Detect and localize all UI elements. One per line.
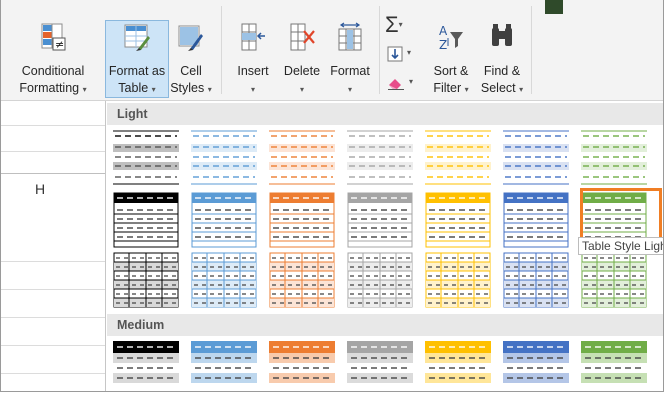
- table-style-light-row2-1[interactable]: [113, 192, 179, 248]
- conditional-formatting-label-1: Conditional: [21, 64, 85, 78]
- worksheet-area[interactable]: [1, 101, 105, 391]
- sort-filter-icon: A Z: [439, 24, 463, 52]
- row-gridline: [1, 289, 105, 290]
- table-style-medium-3[interactable]: [269, 341, 335, 391]
- cell-styles-label-2: Styles ▾: [170, 81, 212, 95]
- table-style-light-row2-6[interactable]: [503, 192, 569, 248]
- format-as-table-icon: [124, 24, 150, 51]
- svg-text:A: A: [439, 24, 448, 38]
- delete-cells-icon: [290, 23, 315, 51]
- insert-label: Insert: [237, 64, 269, 78]
- excel-window: ≠ Conditional Formatting ▾ Format as Tab…: [0, 0, 664, 392]
- format-arrow: ▾: [347, 85, 352, 94]
- table-style-medium-4[interactable]: [347, 341, 413, 391]
- row-gridline: [1, 173, 105, 174]
- delete-arrow: ▾: [299, 85, 304, 94]
- conditional-formatting-button[interactable]: ≠ Conditional Formatting ▾: [1, 0, 105, 100]
- binoculars-icon: [492, 24, 512, 46]
- table-style-medium-6[interactable]: [503, 341, 569, 391]
- autosum-icon: Σ: [385, 12, 399, 37]
- row-gridline: [1, 345, 105, 346]
- row-gridline: [1, 317, 105, 318]
- gallery-section-medium: Medium: [107, 314, 663, 336]
- find-select-label-2: Select ▾: [480, 81, 524, 95]
- table-style-light-row1-5[interactable]: [425, 130, 491, 186]
- format-as-table-label-1: Format as: [108, 64, 166, 78]
- fill-down-icon: [387, 46, 403, 62]
- table-style-light-row3-5[interactable]: [425, 252, 491, 308]
- table-style-light-row1-4[interactable]: [347, 130, 413, 186]
- table-style-light-row3-6[interactable]: [503, 252, 569, 308]
- row-gridline: [1, 373, 105, 374]
- find-select-button[interactable]: Find & Select ▾: [477, 0, 527, 100]
- format-cells-icon: [338, 22, 362, 51]
- svg-text:≠: ≠: [55, 38, 64, 51]
- table-style-light-row3-2[interactable]: [191, 252, 257, 308]
- ribbon-group-separator: [379, 6, 380, 94]
- cell-styles-label-1: Cell: [180, 64, 202, 78]
- row-gridline: [1, 261, 105, 262]
- ribbon-home-tab: ≠ Conditional Formatting ▾ Format as Tab…: [1, 0, 663, 101]
- insert-arrow: ▾: [250, 85, 255, 94]
- background-image-corner: [545, 0, 563, 14]
- table-style-light-row3-1[interactable]: [113, 252, 179, 308]
- table-style-light-row1-2[interactable]: [191, 130, 257, 186]
- row-gridline: [1, 151, 105, 152]
- table-style-light-row1-6[interactable]: [503, 130, 569, 186]
- sort-filter-label-2: Filter ▾: [433, 81, 469, 95]
- table-style-light-row2-4[interactable]: [347, 192, 413, 248]
- table-style-light-row1-3[interactable]: [269, 130, 335, 186]
- autosum-button[interactable]: Σ▾: [385, 14, 421, 36]
- conditional-formatting-icon: ≠: [41, 23, 66, 51]
- table-style-light-row2-2[interactable]: [191, 192, 257, 248]
- table-style-light-row1-7[interactable]: [581, 130, 647, 186]
- sort-filter-label-1: Sort &: [433, 64, 469, 78]
- sort-filter-button[interactable]: A Z Sort & Filter ▾: [423, 0, 479, 100]
- insert-cells-button[interactable]: Insert ▾: [227, 0, 279, 100]
- table-style-medium-1[interactable]: [113, 341, 179, 391]
- ribbon-group-separator: [531, 6, 532, 94]
- row-gridline: [1, 125, 105, 126]
- format-cells-button[interactable]: Format ▾: [325, 0, 375, 100]
- ribbon-group-separator: [221, 6, 222, 94]
- delete-cells-button[interactable]: Delete ▾: [279, 0, 325, 100]
- format-as-table-button[interactable]: Format as Table ▾: [105, 0, 169, 100]
- style-tooltip: Table Style Light 21: [578, 237, 663, 255]
- column-header-h[interactable]: H: [35, 181, 45, 197]
- cell-styles-button[interactable]: Cell Styles ▾: [169, 0, 213, 100]
- clear-button[interactable]: ▾: [387, 76, 421, 94]
- conditional-formatting-label-2: Formatting ▾: [19, 81, 87, 95]
- table-style-light-row2-5[interactable]: [425, 192, 491, 248]
- format-as-table-label-2: Table ▾: [118, 81, 156, 95]
- table-style-light-row2-3[interactable]: [269, 192, 335, 248]
- cell-styles-icon: [178, 25, 203, 51]
- gallery-section-light: Light: [107, 103, 663, 125]
- table-style-medium-2[interactable]: [191, 341, 257, 391]
- table-styles-gallery: Light Medium Table Style Light 21: [105, 101, 663, 391]
- find-select-label-1: Find &: [483, 64, 521, 78]
- table-style-medium-5[interactable]: [425, 341, 491, 391]
- fill-button[interactable]: ▾: [387, 46, 421, 64]
- eraser-icon: [388, 79, 404, 90]
- delete-label: Delete: [283, 64, 321, 78]
- format-label: Format: [330, 64, 370, 78]
- svg-text:Z: Z: [439, 38, 447, 52]
- insert-cells-icon: [241, 23, 265, 51]
- table-style-light-row1-1[interactable]: [113, 130, 179, 186]
- table-style-medium-7[interactable]: [581, 341, 647, 391]
- table-style-light-row3-3[interactable]: [269, 252, 335, 308]
- table-style-light-row3-7[interactable]: [581, 252, 647, 308]
- table-style-light-row3-4[interactable]: [347, 252, 413, 308]
